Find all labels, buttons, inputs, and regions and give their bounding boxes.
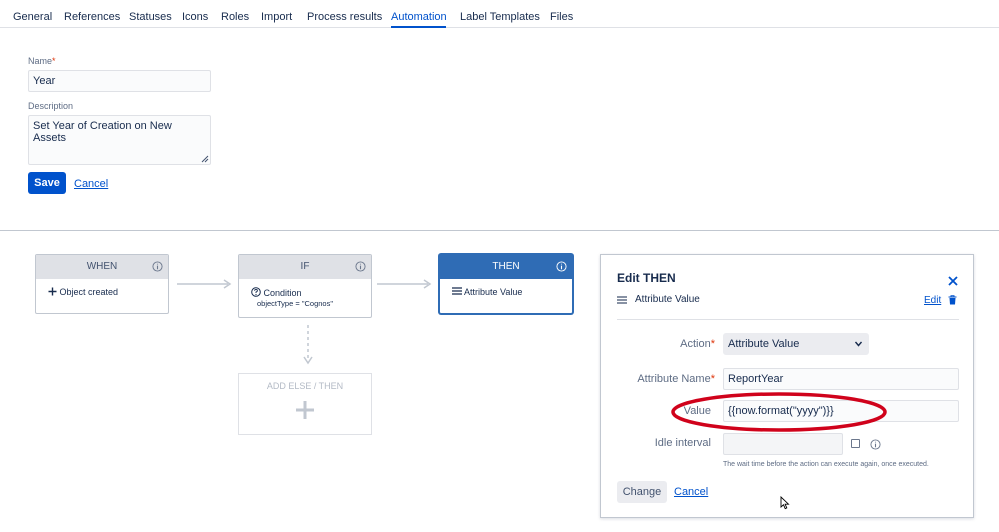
edit-then-panel: Edit THEN Attribute Value Edit Action* A… [600,254,974,518]
idle-interval-field[interactable] [723,433,843,455]
active-tab-indicator [391,26,446,28]
condition-detail: objectType = "Cognos" [257,299,333,308]
info-icon[interactable] [355,261,366,272]
if-card[interactable]: IF Condition objectType = "Cognos" [238,254,372,318]
attribute-name-label: Attribute Name* [637,373,715,385]
value-field[interactable] [723,400,959,422]
panel-separator [617,319,959,320]
tab-statuses[interactable]: Statuses [129,11,172,23]
name-field[interactable] [28,70,211,92]
idle-interval-checkbox[interactable] [851,439,860,448]
change-button[interactable]: Change [617,481,667,503]
tab-roles[interactable]: Roles [221,11,249,23]
then-action: Attribute Value [452,287,522,297]
tab-label-templates[interactable]: Label Templates [460,11,540,23]
panel-cancel-link[interactable]: Cancel [674,486,708,498]
if-card-header: IF [239,255,371,279]
info-icon[interactable] [556,261,567,272]
cancel-link[interactable]: Cancel [74,178,108,190]
tab-icons[interactable]: Icons [182,11,208,23]
tab-general[interactable]: General [13,11,52,23]
if-condition: Condition objectType = "Cognos" [251,287,333,308]
tab-import[interactable]: Import [261,11,292,23]
edit-link[interactable]: Edit [924,295,941,306]
action-label: Action* [680,338,715,350]
then-card[interactable]: THEN Attribute Value [439,254,573,314]
save-button[interactable]: Save [28,172,66,194]
idle-interval-label: Idle interval [654,437,711,449]
plus-icon [48,287,57,296]
description-label: Description [28,101,74,111]
info-icon[interactable] [870,439,881,450]
when-card-header: WHEN [36,255,168,279]
chevron-down-icon [855,341,862,347]
name-label: Name* [28,56,56,66]
section-divider [0,230,999,231]
attribute-name-field[interactable] [723,368,959,390]
mouse-cursor-icon [780,496,790,510]
list-icon [452,287,462,295]
tab-bar: General References Statuses Icons Roles … [0,0,999,28]
description-field[interactable]: Set Year of Creation on New Assets [28,115,211,165]
tab-references[interactable]: References [64,11,120,23]
info-icon[interactable] [152,261,163,272]
value-label: Value [683,405,711,417]
tab-automation[interactable]: Automation [391,11,447,23]
when-card[interactable]: WHEN Object created [35,254,169,314]
then-card-header: THEN [440,255,572,279]
list-icon [617,296,627,304]
tab-files[interactable]: Files [550,11,573,23]
idle-interval-hint: The wait time before the action can exec… [723,461,929,468]
question-circle-icon [251,287,261,297]
close-icon[interactable] [948,276,958,286]
when-trigger: Object created [48,287,118,297]
trash-icon[interactable] [948,295,957,305]
add-else-then-button[interactable]: ADD ELSE / THEN [238,373,372,435]
plus-icon [296,401,314,419]
tab-process-results[interactable]: Process results [307,11,382,23]
panel-title: Edit THEN [617,271,676,285]
action-select[interactable]: Attribute Value [723,333,869,355]
resize-grip-icon[interactable] [201,155,209,163]
component-label: Attribute Value [635,294,700,305]
